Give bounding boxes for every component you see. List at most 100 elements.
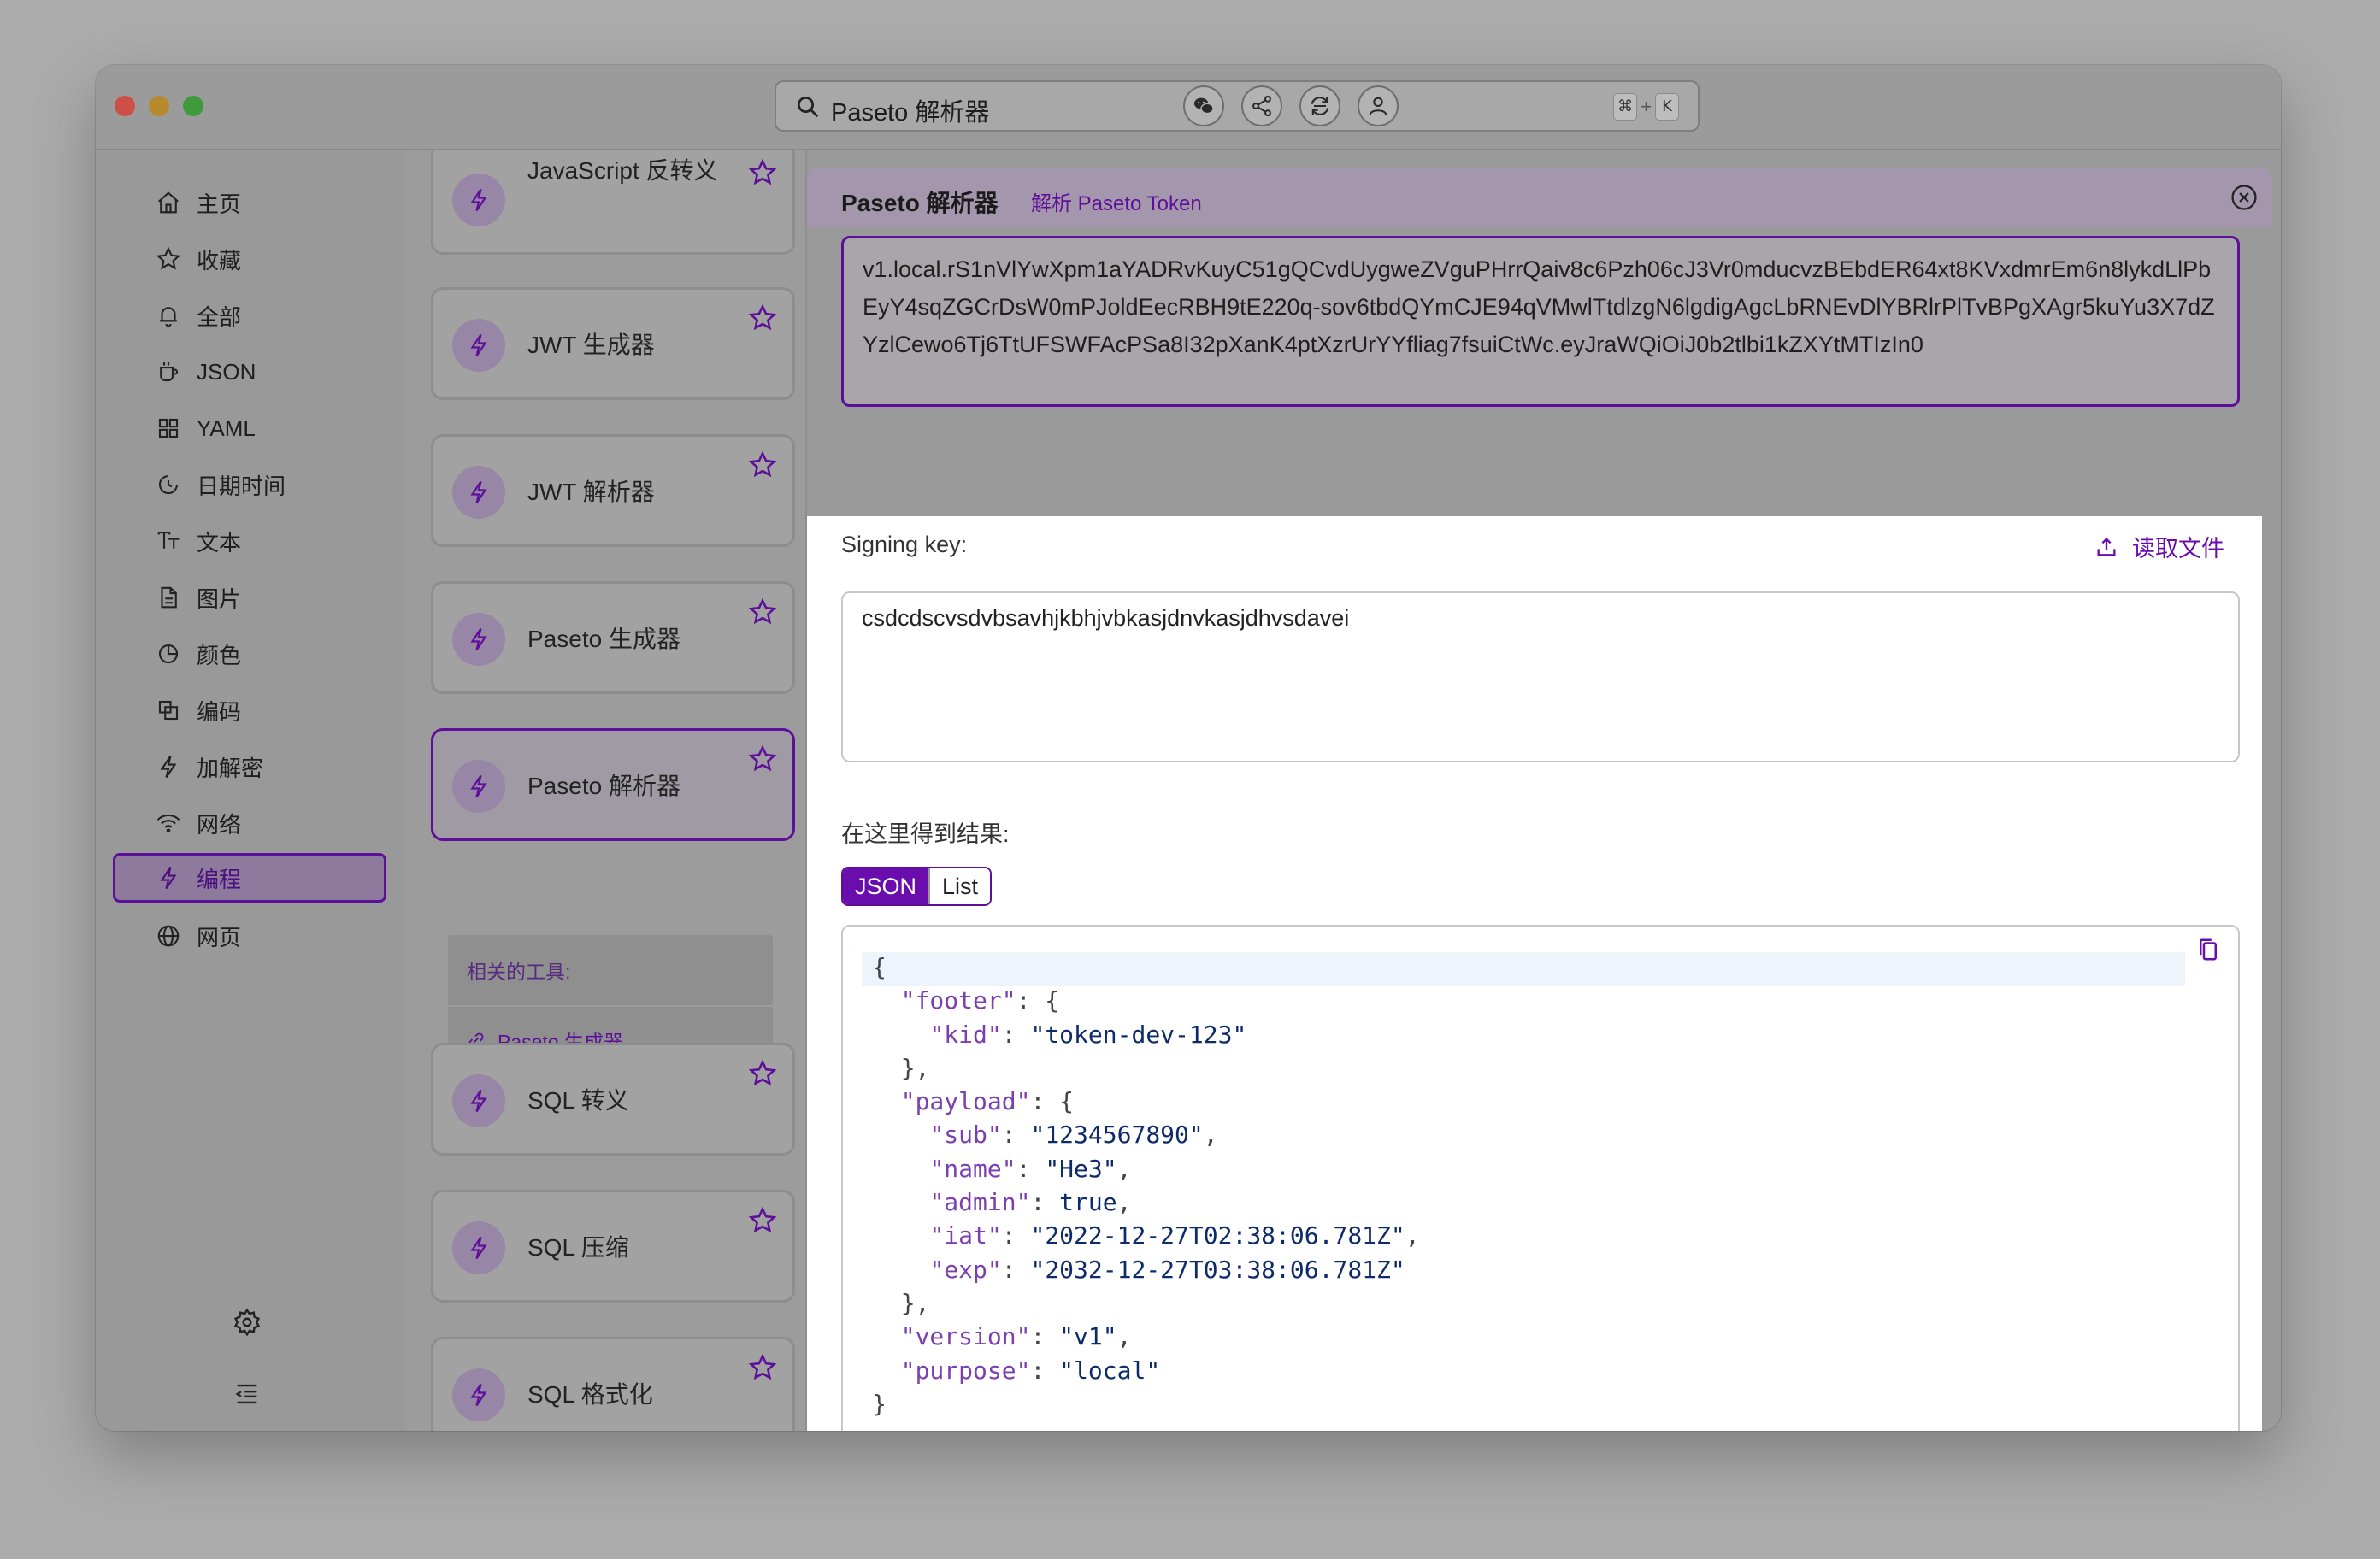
tool-card-label: SQL 格式化: [527, 1381, 653, 1408]
signing-key-label: Signing key:: [841, 532, 968, 557]
minimize-window-button[interactable]: [149, 96, 169, 116]
sidebar-item-json[interactable]: JSON: [113, 347, 386, 397]
tool-card-label: JWT 解析器: [527, 479, 655, 505]
json-code: { "footer": { "kid": "token-dev-123" }, …: [872, 953, 1420, 1418]
json-sub: 1234567890: [1045, 1121, 1189, 1150]
tool-icon: [452, 613, 505, 666]
favorite-star-icon[interactable]: [748, 597, 777, 627]
tool-icon: [452, 319, 505, 372]
favorite-star-icon[interactable]: [748, 303, 777, 332]
bolt-icon: [470, 774, 487, 798]
image-file-icon: [161, 586, 177, 609]
sidebar-item-image[interactable]: 图片: [113, 573, 386, 622]
view-mode-toggle: JSON List: [841, 867, 993, 906]
share-button[interactable]: [1241, 85, 1282, 126]
close-window-button[interactable]: [115, 96, 135, 116]
tool-card-paseto-parser[interactable]: Paseto 解析器: [431, 728, 795, 841]
sidebar-item-yaml[interactable]: YAML: [113, 403, 386, 453]
sidebar-item-encoding[interactable]: 编码: [113, 685, 386, 735]
read-file-label: 读取文件: [2132, 536, 2224, 562]
sidebar-item-label: 日期时间: [197, 473, 286, 499]
user-icon: [1369, 97, 1387, 115]
copy-icon[interactable]: [2195, 937, 2221, 962]
divider: [448, 1005, 773, 1007]
sidebar-item-label: 网络: [197, 811, 242, 838]
app-window: Paseto 解析器 ⌘ + K 主页 收藏 全部 JSON YAML 日期时间…: [96, 65, 2281, 1431]
tool-panel: Paseto 解析器 解析 Paseto Token v1.local.rS1n…: [807, 150, 2281, 1431]
sidebar-item-color[interactable]: 颜色: [113, 629, 386, 679]
global-search-bar[interactable]: Paseto 解析器 ⌘ + K: [775, 80, 1700, 132]
k-key: K: [1655, 93, 1679, 121]
sidebar-item-label: 编码: [197, 698, 242, 725]
sidebar-item-favorites[interactable]: 收藏: [113, 234, 386, 284]
sync-icon: [1311, 97, 1329, 115]
bolt-icon: [160, 866, 177, 890]
tool-card-paseto-generator[interactable]: Paseto 生成器: [431, 581, 795, 694]
tool-list: JavaScript 反转义 JWT 生成器 JWT 解析器 Paseto 生成…: [405, 150, 805, 1431]
sidebar-item-programming[interactable]: 编程: [113, 853, 386, 903]
favorite-star-icon[interactable]: [748, 1353, 777, 1382]
read-file-button[interactable]: 读取文件: [2094, 530, 2224, 563]
favorite-star-icon[interactable]: [748, 744, 777, 774]
wechat-button[interactable]: [1183, 85, 1224, 126]
bell-icon: [160, 307, 177, 327]
favorite-star-icon[interactable]: [748, 450, 777, 479]
tab-json[interactable]: JSON: [843, 868, 929, 904]
json-iat: 2022-12-27T02:38:06.781Z: [1045, 1221, 1391, 1250]
tool-card-label: Paseto 解析器: [527, 773, 680, 799]
sidebar-item-label: JSON: [197, 358, 256, 385]
sidebar-item-label: 加解密: [197, 755, 264, 781]
tool-icon: [452, 1221, 505, 1274]
text-icon: [157, 531, 180, 549]
tool-icon: [452, 1368, 505, 1421]
tool-icon: [452, 1074, 505, 1127]
sidebar-item-label: YAML: [197, 415, 256, 441]
panel-header: Paseto 解析器 解析 Paseto Token: [807, 168, 2271, 227]
shortcut-plus: +: [1641, 96, 1652, 117]
favorite-star-icon[interactable]: [748, 158, 777, 187]
tool-card-label: SQL 压缩: [527, 1234, 629, 1261]
sidebar-item-home[interactable]: 主页: [113, 178, 386, 227]
bolt-icon: [470, 1383, 487, 1407]
home-icon: [158, 191, 179, 214]
star-icon: [156, 246, 181, 270]
tool-card-sql-escape[interactable]: SQL 转义: [431, 1043, 795, 1156]
favorite-star-icon[interactable]: [748, 1206, 777, 1235]
sidebar-item-text[interactable]: 文本: [113, 516, 386, 566]
clock-icon: [158, 474, 179, 495]
collapse-sidebar-icon[interactable]: [233, 1380, 262, 1409]
bolt-icon: [470, 1236, 487, 1260]
zoom-window-button[interactable]: [183, 96, 203, 116]
result-label: 在这里得到结果:: [841, 821, 1010, 847]
tool-card-label: Paseto 生成器: [527, 626, 680, 652]
sync-button[interactable]: [1299, 85, 1340, 126]
json-exp: 2032-12-27T03:38:06.781Z: [1045, 1255, 1391, 1284]
sidebar-item-all[interactable]: 全部: [113, 291, 386, 340]
color-icon: [158, 644, 179, 664]
signing-key-input[interactable]: csdcdscvsdvbsavhjkbhjvbkasjdnvkasjdhvsda…: [841, 591, 2240, 762]
tool-icon: [452, 174, 505, 226]
token-input[interactable]: v1.local.rS1nVlYwXpm1aYADRvKuyC51gQCvdUy…: [841, 236, 2240, 407]
favorite-star-icon[interactable]: [748, 1059, 777, 1088]
result-section: Signing key: 读取文件 csdcdscvsdvbsavhjkbhjv…: [807, 516, 2262, 1431]
category-sidebar: 主页 收藏 全部 JSON YAML 日期时间 文本 图片 颜色 编码 加解密 …: [96, 150, 407, 1431]
tool-card-js-unescape[interactable]: JavaScript 反转义: [431, 150, 795, 255]
tab-list[interactable]: List: [928, 868, 991, 904]
sidebar-item-datetime[interactable]: 日期时间: [113, 460, 386, 509]
sidebar-item-label: 主页: [197, 191, 242, 217]
sidebar-item-web[interactable]: 网页: [113, 911, 386, 961]
encode-icon: [158, 700, 179, 721]
grid-icon: [158, 418, 179, 438]
tool-card-sql-minify[interactable]: SQL 压缩: [431, 1190, 795, 1303]
sidebar-item-network[interactable]: 网络: [113, 798, 386, 848]
user-button[interactable]: [1358, 85, 1399, 126]
tool-card-jwt-parser[interactable]: JWT 解析器: [431, 434, 795, 547]
tool-card-sql-format[interactable]: SQL 格式化: [431, 1337, 795, 1431]
close-icon[interactable]: [2230, 183, 2259, 212]
sidebar-item-crypto[interactable]: 加解密: [113, 742, 386, 791]
json-output[interactable]: { "footer": { "kid": "token-dev-123" }, …: [841, 925, 2240, 1431]
json-admin: true: [1059, 1188, 1117, 1217]
settings-icon[interactable]: [233, 1308, 262, 1337]
bolt-icon: [470, 333, 487, 357]
tool-card-jwt-generator[interactable]: JWT 生成器: [431, 287, 795, 400]
